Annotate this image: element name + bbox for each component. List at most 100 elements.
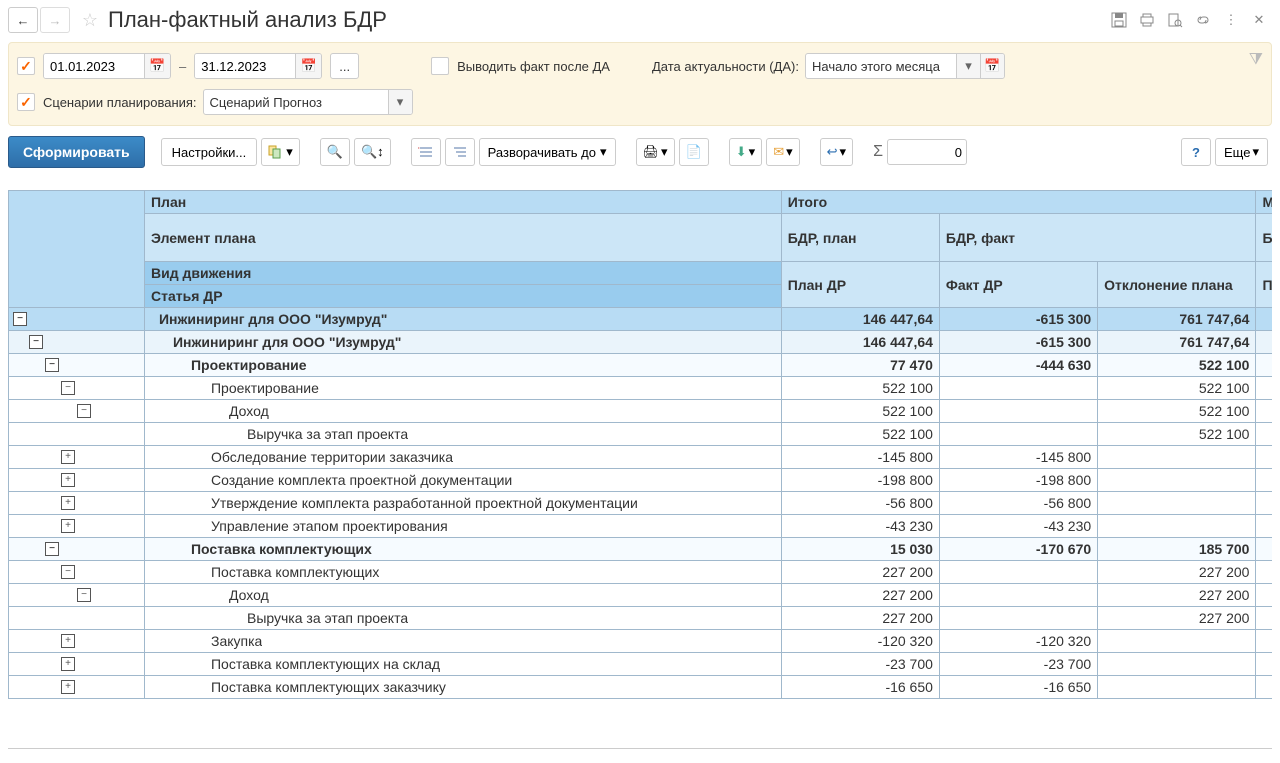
collapse-toggle[interactable]: −: [61, 565, 75, 579]
output-after-da-checkbox[interactable]: [431, 57, 449, 75]
find-prev-button[interactable]: 🔍↕: [354, 138, 391, 166]
close-icon[interactable]: ✕: [1246, 7, 1272, 33]
table-row[interactable]: −Поставка комплектующих227 200227 200: [9, 561, 1273, 584]
expand-toggle[interactable]: +: [61, 519, 75, 533]
date-to-field[interactable]: 📅: [194, 53, 322, 79]
nav-forward-button[interactable]: →: [40, 7, 70, 33]
da-value: Начало этого месяца: [806, 54, 956, 78]
page-search-icon: 📄: [686, 144, 702, 160]
da-label: Дата актуальности (ДА):: [652, 59, 799, 74]
chevron-down-icon: ▾: [786, 144, 793, 160]
period-checkbox[interactable]: [17, 57, 35, 75]
table-row[interactable]: +Утверждение комплекта разработанной про…: [9, 492, 1273, 515]
nav-back-button[interactable]: ←: [8, 7, 38, 33]
date-from-field[interactable]: 📅: [43, 53, 171, 79]
table-row[interactable]: Выручка за этап проекта227 200227 200: [9, 607, 1273, 630]
sum-field[interactable]: [887, 139, 967, 165]
table-row[interactable]: −Доход522 100522 100365 470: [9, 400, 1273, 423]
table-row[interactable]: +Создание комплекта проектной документац…: [9, 469, 1273, 492]
table-row[interactable]: −Инжиниринг для ООО "Изумруд"146 447,64-…: [9, 308, 1273, 331]
save-as-button[interactable]: ⬇ ▾: [729, 138, 762, 166]
expand-to-button[interactable]: Разворачивать до ▾: [479, 138, 616, 166]
table-row[interactable]: −Проектирование522 100522 100365 470: [9, 377, 1273, 400]
more-button[interactable]: Еще ▾: [1215, 138, 1268, 166]
variants-button[interactable]: ▾: [261, 138, 300, 166]
funnel-icon[interactable]: ⧩: [1249, 51, 1263, 69]
report-table-wrap[interactable]: ПланИтогоМарт23Элемент планаБДР, планБДР…: [8, 190, 1272, 749]
chevron-down-icon[interactable]: ▾: [956, 54, 980, 78]
expand-toggle[interactable]: +: [61, 496, 75, 510]
expand-toggle[interactable]: +: [61, 450, 75, 464]
print-button[interactable]: 🖨 ▾: [636, 138, 675, 166]
date-to-input[interactable]: [195, 54, 295, 78]
table-row[interactable]: −Инжиниринг для ООО "Изумруд"146 447,64-…: [9, 331, 1273, 354]
expand-toggle[interactable]: +: [61, 473, 75, 487]
row-label: Обследование территории заказчика: [211, 449, 453, 465]
row-label: Управление этапом проектирования: [211, 518, 448, 534]
generate-button[interactable]: Сформировать: [8, 136, 145, 168]
chevron-down-icon: ▾: [600, 144, 607, 160]
send-email-button[interactable]: ✉ ▾: [766, 138, 799, 166]
expand-toggle[interactable]: +: [61, 680, 75, 694]
table-row[interactable]: +Закупка-120 320-120 320: [9, 630, 1273, 653]
preview-icon[interactable]: [1162, 7, 1188, 33]
collapse-toggle[interactable]: −: [45, 542, 59, 556]
report-table: ПланИтогоМарт23Элемент планаБДР, планБДР…: [8, 190, 1272, 699]
da-select[interactable]: Начало этого месяца ▾ 📅: [805, 53, 1005, 79]
help-button[interactable]: ?: [1181, 138, 1211, 166]
scenario-checkbox[interactable]: [17, 93, 35, 111]
search-up-icon: 🔍↕: [361, 144, 384, 160]
date-from-input[interactable]: [44, 54, 144, 78]
scenario-select[interactable]: Сценарий Прогноз ▾: [203, 89, 413, 115]
refresh-icon: ↩: [827, 144, 838, 160]
expand-toggle[interactable]: +: [61, 634, 75, 648]
table-row[interactable]: +Поставка комплектующих на склад-23 700-…: [9, 653, 1273, 676]
row-label: Доход: [229, 587, 269, 603]
scenario-value: Сценарий Прогноз: [204, 90, 388, 114]
expand-toggle[interactable]: +: [61, 657, 75, 671]
page-title: План-фактный анализ БДР: [108, 7, 387, 33]
refresh-button[interactable]: ↩ ▾: [820, 138, 853, 166]
collapse-toggle[interactable]: −: [45, 358, 59, 372]
arrow-left-icon: ←: [17, 13, 30, 28]
table-row[interactable]: −Проектирование77 470-444 630522 100281 …: [9, 354, 1273, 377]
print-preview-button[interactable]: 📄: [679, 138, 709, 166]
table-row[interactable]: −Поставка комплектующих15 030-170 670185…: [9, 538, 1273, 561]
scenario-label: Сценарии планирования:: [43, 95, 197, 110]
row-label: Инжиниринг для ООО "Изумруд": [173, 334, 401, 350]
table-row[interactable]: +Управление этапом проектирования-43 230…: [9, 515, 1273, 538]
collapse-toggle[interactable]: −: [13, 312, 27, 326]
chevron-down-icon: ▾: [1252, 144, 1259, 160]
calendar-icon[interactable]: 📅: [144, 54, 170, 78]
arrow-right-icon: →: [49, 13, 62, 28]
row-label: Проектирование: [191, 357, 307, 373]
table-row[interactable]: +Обследование территории заказчика-145 8…: [9, 446, 1273, 469]
link-icon[interactable]: [1190, 7, 1216, 33]
period-dialog-button[interactable]: ...: [330, 53, 359, 79]
collapse-toggle[interactable]: −: [77, 588, 91, 602]
calendar-icon[interactable]: 📅: [295, 54, 321, 78]
favorite-star-icon[interactable]: ☆: [78, 8, 102, 32]
table-row[interactable]: Выручка за этап проекта522 100522 100365…: [9, 423, 1273, 446]
settings-button[interactable]: Настройки...: [161, 138, 258, 166]
save-icon[interactable]: [1106, 7, 1132, 33]
collapse-groups-button[interactable]: [411, 138, 441, 166]
save-down-icon: ⬇: [736, 144, 747, 160]
collapse-toggle[interactable]: −: [29, 335, 43, 349]
mail-icon: ✉: [773, 144, 784, 160]
print-icon[interactable]: [1134, 7, 1160, 33]
table-row[interactable]: +Поставка комплектующих заказчику-16 650…: [9, 676, 1273, 699]
calendar-icon[interactable]: 📅: [980, 54, 1004, 78]
row-label: Поставка комплектующих: [211, 564, 379, 580]
expand-groups-button[interactable]: [445, 138, 475, 166]
collapse-toggle[interactable]: −: [61, 381, 75, 395]
row-label: Доход: [229, 403, 269, 419]
collapse-toggle[interactable]: −: [77, 404, 91, 418]
kebab-menu-icon[interactable]: ⋮: [1218, 7, 1244, 33]
find-button[interactable]: 🔍: [320, 138, 350, 166]
search-icon: 🔍: [327, 144, 343, 160]
chevron-down-icon[interactable]: ▾: [388, 90, 412, 114]
output-after-da-label: Выводить факт после ДА: [457, 59, 610, 74]
table-row[interactable]: −Доход227 200227 200: [9, 584, 1273, 607]
chevron-down-icon: ▾: [661, 144, 668, 160]
